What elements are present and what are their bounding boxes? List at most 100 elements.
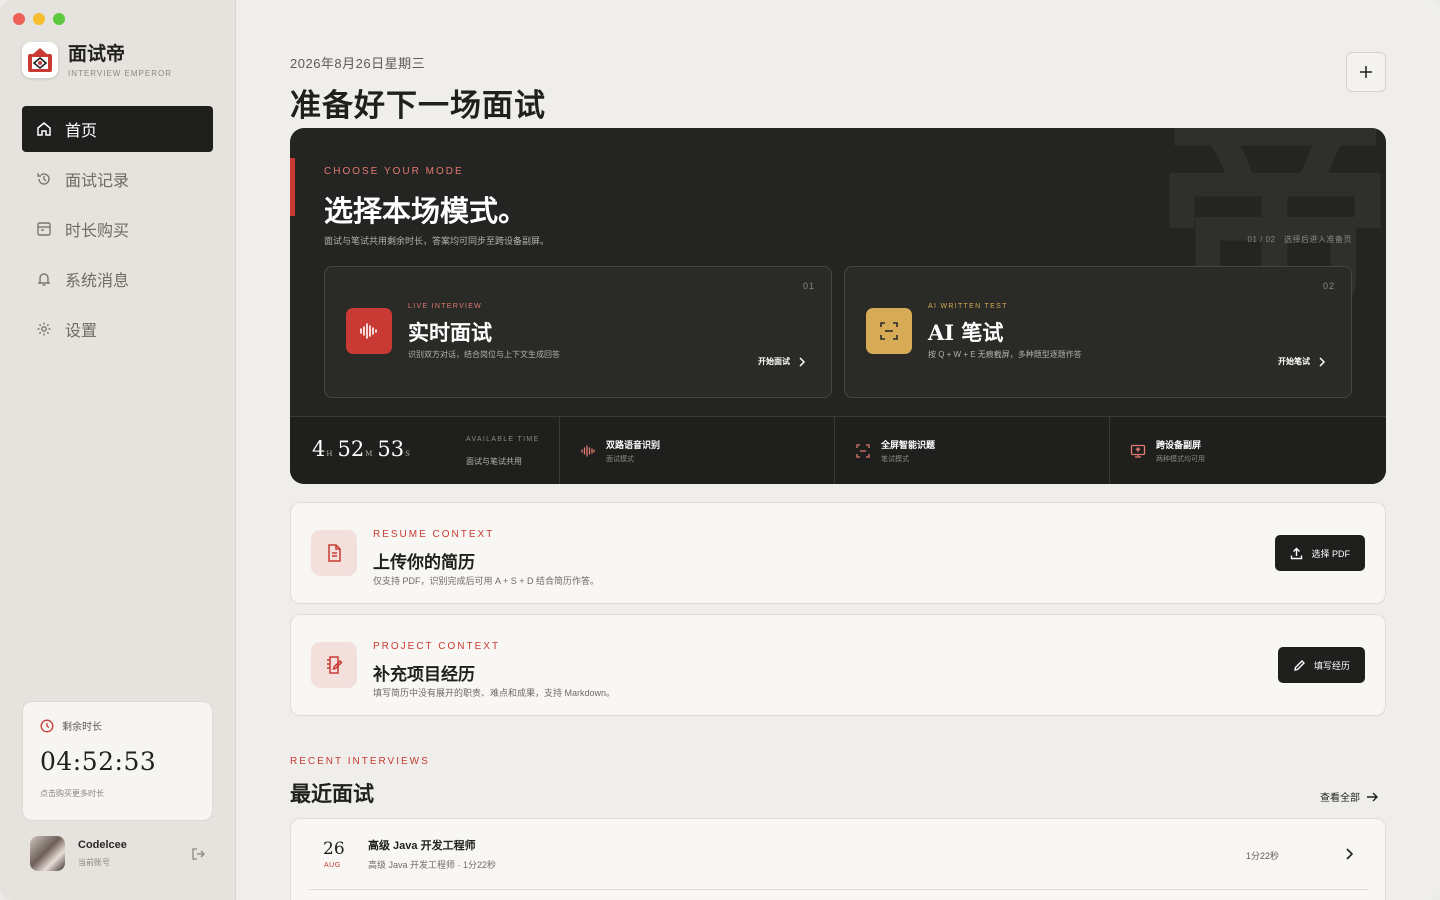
- available-time-clock: 4H 52M 53S: [312, 437, 415, 461]
- sidebar-item-label: 系统消息: [65, 273, 130, 290]
- minutes-value: 52: [337, 437, 365, 461]
- start-test-button[interactable]: 开始笔试: [1278, 356, 1326, 367]
- app-subtitle: INTERVIEW EMPEROR: [68, 68, 172, 78]
- user-subtitle: 当前账号: [78, 858, 110, 867]
- mode-description: 识别双方对话，结合岗位与上下文生成回答: [408, 350, 560, 359]
- select-pdf-label: 选择 PDF: [1311, 548, 1350, 559]
- mode-description: 按 Q + W + E 无痕截屏，多种题型逐题作答: [928, 350, 1082, 359]
- avatar[interactable]: [30, 836, 65, 871]
- mode-eyebrow: LIVE INTERVIEW: [408, 303, 483, 310]
- remaining-time-hint: 点击购买更多时长: [40, 789, 104, 798]
- brand: 面试帝 INTERVIEW EMPEROR: [22, 42, 172, 78]
- window-controls: [13, 13, 65, 25]
- feature-title: 双路语音识别: [606, 440, 661, 450]
- feature-dual-voice: 双路语音识别 面试模式: [560, 417, 835, 484]
- feature-cross-device: 跨设备副屏 两种模式均可用: [1110, 417, 1385, 484]
- user-account: Codelcee 当前账号: [30, 836, 206, 871]
- minutes-unit: M: [365, 450, 373, 458]
- mode-description: 面试与笔试共用剩余时长，答案均可同步至跨设备副屏。: [324, 236, 550, 246]
- sidebar-nav: 首页 面试记录 时长购买 系统消息 设置: [22, 106, 213, 356]
- hours-unit: H: [326, 450, 333, 458]
- close-window-button[interactable]: [13, 13, 25, 25]
- maximize-window-button[interactable]: [53, 13, 65, 25]
- resume-eyebrow: RESUME CONTEXT: [373, 529, 495, 540]
- feature-fullscreen-scan: 全屏智能识题 笔试模式: [835, 417, 1110, 484]
- gear-icon: [36, 321, 52, 337]
- sidebar-item-label: 首页: [65, 123, 98, 140]
- mode-step-indicator: 01 / 02 选择后进入准备页: [1247, 235, 1352, 244]
- chevron-right-icon: [1319, 356, 1326, 367]
- resume-context-card: RESUME CONTEXT 上传你的简历 仅支持 PDF，识别完成后可用 A …: [290, 502, 1386, 604]
- chevron-right-icon[interactable]: [1344, 847, 1354, 866]
- logout-icon[interactable]: [190, 846, 206, 862]
- main-content: 2026年8月26日星期三 准备好下一场面试 帝 CHOOSE YOUR MOD…: [236, 0, 1440, 900]
- recent-title: 最近面试: [290, 781, 374, 806]
- mode-title: 选择本场模式。: [324, 194, 528, 228]
- screen-share-icon: [1130, 444, 1146, 458]
- sidebar-item-label: 面试记录: [65, 173, 130, 190]
- resume-title: 上传你的简历: [373, 553, 475, 573]
- interview-month: AUG: [324, 862, 341, 869]
- available-time-sub: 面试与笔试共用: [466, 457, 522, 466]
- sidebar-item-home[interactable]: 首页: [22, 106, 213, 152]
- waveform-icon: [346, 308, 392, 354]
- mode-title: AI 笔试: [928, 320, 1004, 345]
- view-all-link[interactable]: 查看全部: [1320, 789, 1378, 804]
- start-interview-label: 开始面试: [758, 357, 790, 366]
- sidebar-item-messages[interactable]: 系统消息: [22, 256, 213, 302]
- live-interview-mode[interactable]: 01 LIVE INTERVIEW 实时面试 识别双方对话，结合岗位与上下文生成…: [324, 266, 832, 398]
- available-time-label: AVAILABLE TIME: [466, 436, 540, 443]
- sidebar-item-settings[interactable]: 设置: [22, 306, 213, 352]
- sidebar-item-label: 设置: [65, 323, 98, 340]
- start-interview-button[interactable]: 开始面试: [758, 356, 806, 367]
- sidebar-item-label: 时长购买: [65, 223, 130, 240]
- interview-day: 26: [323, 839, 345, 859]
- seconds-value: 53: [377, 437, 405, 461]
- home-icon: [36, 121, 52, 137]
- clock-icon: [40, 719, 54, 732]
- mode-eyebrow: AI WRITTEN TEST: [928, 303, 1008, 310]
- mode-number: 01: [802, 281, 815, 291]
- sidebar-item-purchase[interactable]: 时长购买: [22, 206, 213, 252]
- history-icon: [36, 171, 52, 187]
- recent-interviews-list: 26 AUG 高级 Java 开发工程师 高级 Java 开发工程师 · 1分2…: [290, 818, 1386, 900]
- add-button[interactable]: [1346, 52, 1386, 92]
- accent-bar: [290, 158, 295, 216]
- scan-icon: [866, 308, 912, 354]
- wallet-icon: [36, 221, 52, 237]
- current-date: 2026年8月26日星期三: [290, 56, 426, 71]
- page-title: 准备好下一场面试: [290, 88, 546, 124]
- remaining-time-label: 剩余时长: [62, 722, 102, 733]
- sidebar-item-history[interactable]: 面试记录: [22, 156, 213, 202]
- plus-icon: [1360, 66, 1372, 78]
- feature-title: 全屏智能识题: [881, 440, 936, 450]
- start-test-label: 开始笔试: [1278, 357, 1310, 366]
- mode-eyebrow: CHOOSE YOUR MODE: [324, 166, 464, 177]
- upload-icon: [1291, 547, 1303, 559]
- ai-written-test-mode[interactable]: 02 AI WRITTEN TEST AI 笔试 按 Q + W + E 无痕截…: [844, 266, 1352, 398]
- scan-icon: [856, 444, 870, 458]
- remaining-time-value: 04:52:53: [40, 747, 157, 776]
- mode-selection-card: 帝 CHOOSE YOUR MODE 选择本场模式。 面试与笔试共用剩余时长，答…: [290, 128, 1386, 484]
- bell-icon: [36, 271, 52, 287]
- feature-sub: 面试模式: [606, 456, 634, 463]
- project-description: 填写简历中没有展开的职责、难点和成果，支持 Markdown。: [373, 688, 616, 698]
- fill-experience-button[interactable]: 填写经历: [1277, 647, 1365, 683]
- list-item[interactable]: 26 AUG 高级 Java 开发工程师 高级 Java 开发工程师 · 1分2…: [309, 819, 1369, 890]
- feature-sub: 两种模式均可用: [1156, 456, 1205, 463]
- notebook-icon: [311, 642, 357, 688]
- seconds-unit: S: [405, 450, 410, 458]
- minimize-window-button[interactable]: [33, 13, 45, 25]
- logo-emblem-icon: [28, 48, 52, 72]
- mode-card-footer: 4H 52M 53S AVAILABLE TIME 面试与笔试共用 双路语音识别 面…: [290, 416, 1386, 484]
- chevron-right-icon: [799, 356, 806, 367]
- select-pdf-button[interactable]: 选择 PDF: [1275, 535, 1365, 571]
- feature-title: 跨设备副屏: [1156, 440, 1202, 450]
- sidebar: 面试帝 INTERVIEW EMPEROR 首页 面试记录 时长购买 系统消息 …: [0, 0, 236, 900]
- pencil-icon: [1294, 659, 1305, 671]
- available-time: 4H 52M 53S AVAILABLE TIME 面试与笔试共用: [290, 417, 560, 484]
- remaining-time-card[interactable]: 剩余时长 04:52:53 点击购买更多时长: [22, 701, 213, 821]
- waveform-icon: [581, 445, 595, 457]
- recent-eyebrow: RECENT INTERVIEWS: [290, 756, 430, 767]
- feature-sub: 笔试模式: [881, 456, 909, 463]
